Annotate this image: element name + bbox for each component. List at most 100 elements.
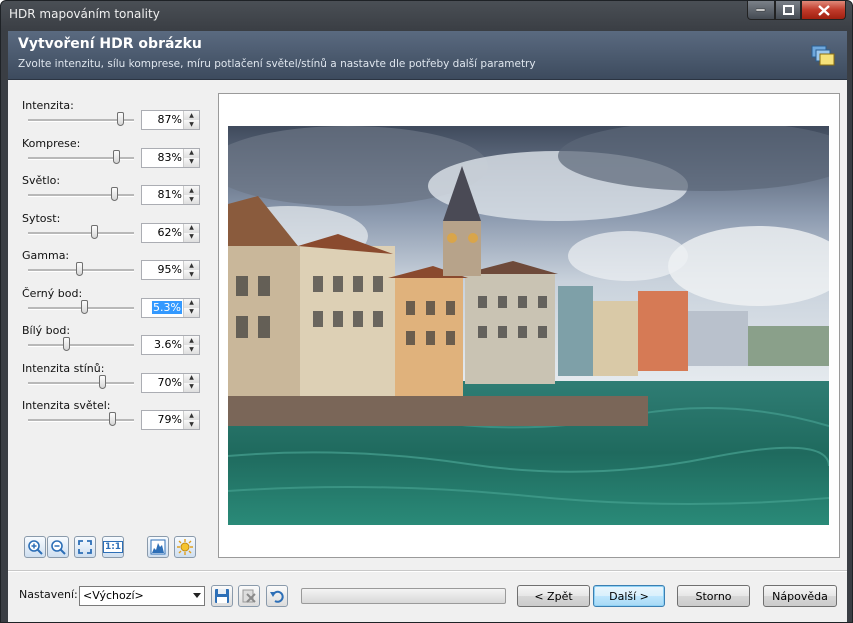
spinbox-text: 79% xyxy=(157,413,182,426)
delete-preset-button[interactable] xyxy=(238,585,260,607)
spin-up-icon[interactable]: ▲ xyxy=(183,298,199,308)
slider-thumb[interactable] xyxy=(110,187,118,201)
spinbox-text: 87% xyxy=(157,113,182,126)
spinbox-value[interactable]: 5.3% xyxy=(142,299,182,317)
spin-down-icon[interactable]: ▼ xyxy=(183,120,199,129)
spinbox-text: 83% xyxy=(157,150,182,164)
slider-track xyxy=(28,419,134,422)
spinbox-text: 95% xyxy=(157,263,182,276)
param-slider[interactable] xyxy=(28,261,134,279)
sun-button[interactable] xyxy=(174,536,196,558)
help-button[interactable]: Nápověda xyxy=(763,585,837,607)
slider-track xyxy=(28,194,134,197)
preview-frame xyxy=(218,93,840,558)
param-spinbox[interactable]: 62% ▲ ▼ xyxy=(141,222,200,243)
spin-arrows: ▲ ▼ xyxy=(183,148,199,167)
spin-down-icon[interactable]: ▼ xyxy=(183,382,199,392)
spinbox-text: 3.6% xyxy=(154,338,182,351)
page-subtitle: Zvolte intenzitu, sílu komprese, míru po… xyxy=(18,58,536,70)
next-button[interactable]: Další > xyxy=(593,585,665,607)
spin-down-icon[interactable]: ▼ xyxy=(183,270,199,279)
param-slider[interactable] xyxy=(28,374,134,392)
close-icon xyxy=(817,4,830,16)
param-spinbox[interactable]: 70% ▲ ▼ xyxy=(141,372,200,393)
spinbox-value[interactable]: 81% xyxy=(142,186,182,204)
undo-icon xyxy=(270,590,284,603)
actual-size-button[interactable]: 1:1 xyxy=(102,536,124,558)
windows-stack-icon xyxy=(811,45,835,66)
zoom-out-icon xyxy=(51,540,66,555)
param-spinbox[interactable]: 5.3% ▲ ▼ xyxy=(141,297,200,318)
spin-arrows: ▲ ▼ xyxy=(183,261,199,279)
param-slider[interactable] xyxy=(28,149,134,167)
spin-up-icon[interactable]: ▲ xyxy=(183,336,199,345)
spin-up-icon[interactable]: ▲ xyxy=(183,186,199,195)
preview-image[interactable] xyxy=(228,126,829,525)
spinbox-value[interactable]: 3.6% xyxy=(142,336,182,354)
param-spinbox[interactable]: 79% ▲ ▼ xyxy=(141,410,200,430)
fit-to-window-button[interactable] xyxy=(74,536,96,558)
reset-button[interactable] xyxy=(266,585,288,607)
slider-track xyxy=(28,381,134,385)
close-button[interactable] xyxy=(801,1,846,20)
minimize-button[interactable] xyxy=(747,1,775,20)
slider-thumb[interactable] xyxy=(63,337,71,351)
maximize-button[interactable] xyxy=(775,1,801,20)
window-title: HDR mapováním tonality xyxy=(9,7,160,21)
slider-thumb[interactable] xyxy=(75,262,83,276)
spin-down-icon[interactable]: ▼ xyxy=(183,307,199,317)
spinbox-value[interactable]: 79% xyxy=(142,411,182,429)
spin-up-icon[interactable]: ▲ xyxy=(183,223,199,233)
slider-thumb[interactable] xyxy=(81,299,89,314)
spin-up-icon[interactable]: ▲ xyxy=(183,261,199,270)
param-spinbox[interactable]: 83% ▲ ▼ xyxy=(141,147,200,168)
spinbox-text: 62% xyxy=(157,225,182,239)
spin-up-icon[interactable]: ▲ xyxy=(183,411,199,420)
param-slider[interactable] xyxy=(28,224,134,242)
slider-thumb[interactable] xyxy=(112,149,120,164)
hdr-photo xyxy=(228,126,829,525)
back-button[interactable]: < Zpět xyxy=(517,585,590,607)
spinbox-value[interactable]: 70% xyxy=(142,374,182,392)
spin-arrows: ▲ ▼ xyxy=(183,298,199,317)
param-slider[interactable] xyxy=(28,411,134,429)
slider-thumb[interactable] xyxy=(117,112,125,126)
spin-down-icon[interactable]: ▼ xyxy=(183,195,199,204)
slider-thumb[interactable] xyxy=(108,412,116,426)
param-slider[interactable] xyxy=(28,299,134,317)
cancel-button[interactable]: Storno xyxy=(677,585,750,607)
spinbox-value[interactable]: 87% xyxy=(142,111,182,129)
spinbox-value[interactable]: 62% xyxy=(142,224,182,242)
spin-up-icon[interactable]: ▲ xyxy=(183,111,199,120)
slider-thumb[interactable] xyxy=(99,374,107,389)
spinbox-text: 70% xyxy=(157,375,182,389)
zoom-in-icon xyxy=(28,540,43,555)
zoom-in-button[interactable] xyxy=(24,536,46,558)
spin-up-icon[interactable]: ▲ xyxy=(183,148,199,158)
zoom-out-button[interactable] xyxy=(47,536,69,558)
slider-thumb[interactable] xyxy=(90,224,98,239)
page-title: Vytvoření HDR obrázku xyxy=(18,36,202,52)
param-spinbox[interactable]: 3.6% ▲ ▼ xyxy=(141,335,200,355)
param-spinbox[interactable]: 87% ▲ ▼ xyxy=(141,110,200,130)
spinbox-value[interactable]: 95% xyxy=(142,261,182,279)
footer-bar: Nastavení: <Výchozí> < Zpět Další > Stor… xyxy=(8,571,847,622)
histogram-icon xyxy=(150,539,166,555)
param-spinbox[interactable]: 81% ▲ ▼ xyxy=(141,185,200,205)
slider-track xyxy=(28,231,134,235)
param-slider[interactable] xyxy=(28,186,134,204)
param-slider[interactable] xyxy=(28,111,134,129)
spin-up-icon[interactable]: ▲ xyxy=(183,373,199,383)
param-slider[interactable] xyxy=(28,336,134,354)
save-preset-button[interactable] xyxy=(211,585,233,607)
spin-down-icon[interactable]: ▼ xyxy=(183,345,199,354)
histogram-button[interactable] xyxy=(147,536,169,558)
spin-down-icon[interactable]: ▼ xyxy=(183,157,199,167)
title-bar: HDR mapováním tonality xyxy=(1,1,852,31)
actual-size-icon: 1:1 xyxy=(102,541,124,553)
spin-down-icon[interactable]: ▼ xyxy=(183,232,199,242)
param-spinbox[interactable]: 95% ▲ ▼ xyxy=(141,260,200,280)
spinbox-value[interactable]: 83% xyxy=(142,149,182,167)
preset-select[interactable]: <Výchozí> xyxy=(79,586,205,606)
spin-down-icon[interactable]: ▼ xyxy=(183,420,199,429)
